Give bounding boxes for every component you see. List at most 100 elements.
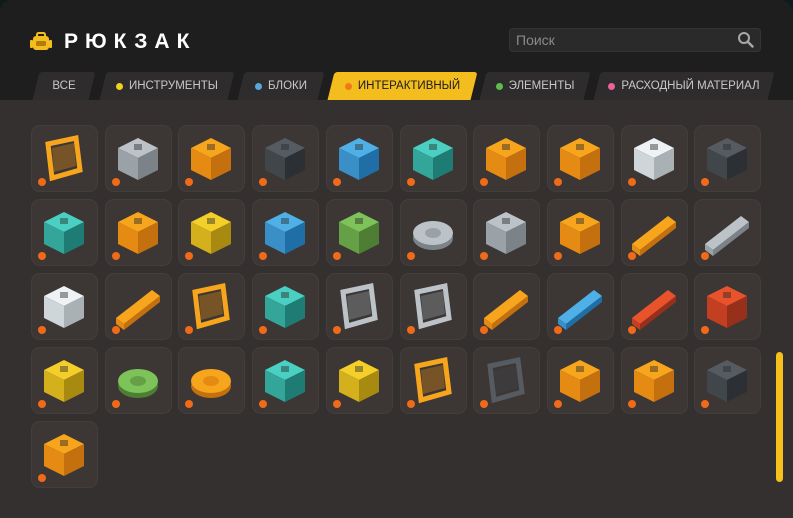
tab-label: ЭЛЕМЕНТЫ xyxy=(508,80,575,92)
scrollbar-thumb[interactable] xyxy=(776,352,783,482)
inventory-slot[interactable] xyxy=(178,199,245,266)
rarity-dot xyxy=(480,252,488,260)
inventory-slot[interactable] xyxy=(105,347,172,414)
inventory-slot[interactable] xyxy=(694,199,761,266)
inventory-slot[interactable] xyxy=(473,273,540,340)
rarity-dot xyxy=(480,400,488,408)
inventory-slot[interactable] xyxy=(400,273,467,340)
inventory-slot[interactable] xyxy=(31,273,98,340)
inventory-slot[interactable] xyxy=(473,199,540,266)
rarity-dot xyxy=(38,400,46,408)
rarity-dot xyxy=(701,400,709,408)
blue-crate-icon xyxy=(265,212,305,254)
inventory-slot[interactable] xyxy=(326,125,393,192)
inventory-slot[interactable] xyxy=(178,347,245,414)
inventory-slot[interactable] xyxy=(252,125,319,192)
inventory-slot[interactable] xyxy=(400,125,467,192)
inventory-slot[interactable] xyxy=(178,273,245,340)
inventory-slot[interactable] xyxy=(694,347,761,414)
rarity-dot xyxy=(185,400,193,408)
tab-consumables[interactable]: РАСХОДНЫЙ МАТЕРИАЛ xyxy=(593,72,775,100)
inventory-slot[interactable] xyxy=(326,273,393,340)
inventory-slot[interactable] xyxy=(105,125,172,192)
rarity-dot xyxy=(38,178,46,186)
inventory-slot[interactable] xyxy=(621,125,688,192)
inventory-slot[interactable] xyxy=(252,273,319,340)
sword-plank-icon xyxy=(116,290,160,330)
dark-speaker-icon xyxy=(265,138,305,180)
tab-elements[interactable]: ЭЛЕМЕНТЫ xyxy=(479,72,591,100)
inventory-slot[interactable] xyxy=(547,199,614,266)
inventory-slot[interactable] xyxy=(400,347,467,414)
rarity-dot xyxy=(38,474,46,482)
search-icon[interactable] xyxy=(737,31,754,48)
tab-label: БЛОКИ xyxy=(267,80,307,92)
rarity-dot xyxy=(112,178,120,186)
rarity-dot xyxy=(628,326,636,334)
rarity-dot xyxy=(185,178,193,186)
robot-crate-icon xyxy=(44,434,84,476)
tab-label: РАСХОДНЫЙ МАТЕРИАЛ xyxy=(621,80,760,92)
inventory-slot[interactable] xyxy=(547,125,614,192)
inventory-slot[interactable] xyxy=(178,125,245,192)
inventory-slot[interactable] xyxy=(621,199,688,266)
tab-tools[interactable]: ИНСТРУМЕНТЫ xyxy=(99,72,235,100)
search-box[interactable] xyxy=(509,28,761,52)
rarity-dot xyxy=(701,252,709,260)
cross-pad-dark-icon xyxy=(707,138,747,180)
inventory-slot[interactable] xyxy=(31,199,98,266)
metal-cage-icon xyxy=(707,360,747,402)
inventory-slot[interactable] xyxy=(473,347,540,414)
tab-dot xyxy=(344,82,352,90)
search-input[interactable] xyxy=(516,30,731,50)
inventory-slot[interactable] xyxy=(547,273,614,340)
tab-blocks[interactable]: БЛОКИ xyxy=(237,72,325,100)
inventory-slot[interactable] xyxy=(400,199,467,266)
tab-dot xyxy=(608,82,616,90)
inventory-slot[interactable] xyxy=(547,347,614,414)
rarity-dot xyxy=(407,252,415,260)
tab-label: ИНСТРУМЕНТЫ xyxy=(128,80,218,92)
inventory-slot[interactable] xyxy=(252,347,319,414)
inventory-slot[interactable] xyxy=(621,347,688,414)
arcade-cabinet-icon xyxy=(44,360,84,402)
rarity-dot xyxy=(112,400,120,408)
rarity-dot xyxy=(480,178,488,186)
inventory-slot[interactable] xyxy=(694,125,761,192)
horseshoe-magnet-icon xyxy=(707,286,747,328)
barrel-stack-icon xyxy=(560,212,600,254)
inventory-slot[interactable] xyxy=(31,347,98,414)
inventory-slot[interactable] xyxy=(326,347,393,414)
inventory-slot[interactable] xyxy=(252,199,319,266)
inventory-slot[interactable] xyxy=(694,273,761,340)
control-panel-icon xyxy=(45,134,83,182)
striped-rail-icon xyxy=(484,290,528,330)
green-crate-icon xyxy=(339,212,379,254)
grey-pipe-icon xyxy=(705,216,749,256)
inventory-slot[interactable] xyxy=(105,273,172,340)
inventory-slot[interactable] xyxy=(326,199,393,266)
inventory-slot[interactable] xyxy=(31,125,98,192)
inventory-slot[interactable] xyxy=(31,421,98,488)
page-title: РЮКЗАК xyxy=(64,30,197,53)
inventory-slot[interactable] xyxy=(473,125,540,192)
tab-dot xyxy=(495,82,503,90)
glass-wall-icon xyxy=(414,282,452,330)
rarity-dot xyxy=(701,326,709,334)
cross-pad-icon xyxy=(486,138,526,180)
orange-speaker-icon xyxy=(191,138,231,180)
orange-pipe-icon xyxy=(632,216,676,256)
inventory-slot[interactable] xyxy=(105,199,172,266)
tab-interactive[interactable]: ИНТЕРАКТИВНЫЙ xyxy=(327,72,478,100)
rarity-dot xyxy=(38,252,46,260)
inventory-slot[interactable] xyxy=(621,273,688,340)
rarity-dot xyxy=(259,252,267,260)
rarity-dot xyxy=(407,400,415,408)
tab-all[interactable]: ВСЕ xyxy=(32,72,96,100)
rarity-dot xyxy=(333,326,341,334)
battery-box-icon xyxy=(118,212,158,254)
mech-crate-icon xyxy=(634,360,674,402)
blue-rail-icon xyxy=(558,290,602,330)
teal-speaker-icon xyxy=(413,138,453,180)
header: РЮКЗАК ВСЕ ИНСТРУМЕНТЫ БЛОКИ ИНТЕРАКТИВН… xyxy=(0,0,793,100)
